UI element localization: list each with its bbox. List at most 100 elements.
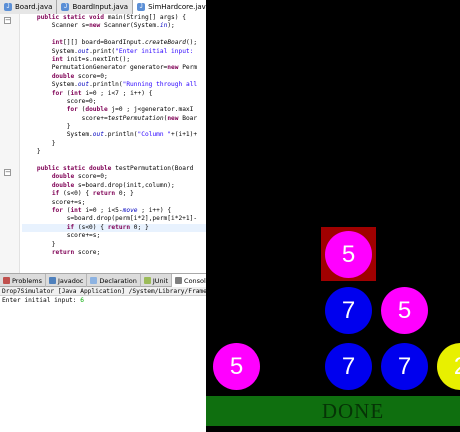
- tab-javadoc[interactable]: Javadoc: [46, 274, 88, 287]
- tab-problems[interactable]: Problems: [0, 274, 46, 287]
- board-cell[interactable]: [209, 115, 264, 169]
- tab-boardinput-java[interactable]: J BoardInput.java: [57, 0, 134, 14]
- board-cell[interactable]: [265, 339, 320, 393]
- board-cell[interactable]: [377, 227, 432, 281]
- tab-label: BoardInput.java: [72, 3, 129, 11]
- board-cell[interactable]: [265, 115, 320, 169]
- code-line: double s=board.drop(init,column);: [51, 181, 175, 189]
- code-line: double score=0;: [51, 173, 108, 181]
- drop7-game-board[interactable]: 5755772: [206, 0, 460, 432]
- number-disc: 5: [381, 287, 428, 334]
- board-cell[interactable]: [321, 171, 376, 225]
- board-cell[interactable]: [433, 115, 460, 169]
- code-line: Scanner s=new Scanner(System.in);: [22, 22, 175, 30]
- java-file-icon: J: [4, 3, 12, 11]
- board-cell[interactable]: [377, 115, 432, 169]
- done-button[interactable]: DONE: [206, 396, 460, 426]
- board-cell[interactable]: 5: [377, 283, 432, 337]
- code-line: if (s<0) { return 0; }: [51, 190, 134, 198]
- board-cell[interactable]: [321, 115, 376, 169]
- board-cell[interactable]: [209, 283, 264, 337]
- code-line: PermutationGenerator generator=new Perm: [22, 64, 198, 72]
- code-line: }: [22, 240, 56, 248]
- tab-label: Javadoc: [57, 276, 84, 285]
- board-cell[interactable]: 7: [321, 339, 376, 393]
- board-cell[interactable]: 7: [321, 283, 376, 337]
- console-input-value: 6: [80, 297, 84, 304]
- code-line: score+=testPermutation(new Boar: [22, 114, 198, 122]
- board-cell[interactable]: [433, 171, 460, 225]
- junit-icon: [143, 277, 151, 284]
- board-cell[interactable]: [265, 227, 320, 281]
- board-cell[interactable]: 2: [433, 339, 460, 393]
- board-cell[interactable]: [377, 59, 432, 113]
- code-line: public static double testPermutation(Boa…: [36, 165, 194, 173]
- console-view[interactable]: Drop7Simulator [Java Application] /Syste…: [0, 287, 206, 432]
- code-line: s=board.drop(perm[i*2],perm[i*2+1]-: [22, 215, 198, 223]
- editor-gutter: − −: [0, 14, 20, 273]
- number-disc: 5: [325, 231, 372, 278]
- fold-toggle-icon[interactable]: −: [4, 17, 11, 24]
- tab-label: SimHardcore.java: [148, 3, 206, 11]
- number-disc: 7: [381, 343, 428, 390]
- code-line: for (double j=0 ; j<generator.maxI: [66, 106, 194, 114]
- board-cell[interactable]: [209, 171, 264, 225]
- tab-label: JUnit: [152, 276, 169, 285]
- number-disc: 5: [213, 343, 260, 390]
- board-cell[interactable]: [265, 3, 320, 57]
- drop-target-cell[interactable]: 5: [321, 227, 376, 281]
- tab-junit[interactable]: JUnit: [141, 274, 173, 287]
- code-line: int[][] board=BoardInput.createBoard();: [51, 39, 198, 47]
- javadoc-icon: [48, 277, 56, 284]
- console-process-path: Drop7Simulator [Java Application] /Syste…: [0, 287, 206, 296]
- code-editor[interactable]: public static void main(String[] args) {…: [22, 14, 206, 273]
- java-file-icon: J: [137, 3, 146, 11]
- window-bottom-edge: [206, 426, 460, 432]
- tab-board-java[interactable]: J Board.java: [0, 0, 58, 14]
- code-line: System.out.print("Enter initial input:: [22, 47, 194, 55]
- tab-simhardcore-java[interactable]: J SimHardcore.java: [133, 0, 206, 14]
- board-cell[interactable]: [209, 227, 264, 281]
- declaration-icon: [90, 277, 98, 284]
- tab-label: Board.java: [15, 3, 53, 11]
- tab-declaration[interactable]: Declaration: [87, 274, 141, 287]
- problems-icon: [3, 277, 10, 284]
- tab-label: Problems: [12, 276, 42, 285]
- code-line: for (int i=0 ; i<5-move ; i++) {: [51, 206, 172, 214]
- done-label: DONE: [321, 398, 385, 423]
- console-output: Enter initial input: 6: [0, 296, 206, 305]
- code-line: return score;: [51, 248, 101, 256]
- code-line: }: [22, 148, 41, 156]
- editor-tab-bar: J Board.java J BoardInput.java J SimHard…: [0, 0, 206, 14]
- board-cell[interactable]: [265, 283, 320, 337]
- board-cell[interactable]: [265, 59, 320, 113]
- code-line: System.out.println("Column "+(i+1)+: [22, 131, 198, 139]
- board-cell[interactable]: 5: [209, 339, 264, 393]
- code-line: System.out.println("Running through all: [22, 81, 198, 89]
- code-line: if (s<0) { return 0; }: [22, 223, 206, 233]
- console-tab-bar: Problems Javadoc Declaration JUnit Conso…: [0, 273, 206, 287]
- board-cell[interactable]: [377, 3, 432, 57]
- tab-label: Console: [184, 276, 206, 285]
- java-file-icon: J: [61, 3, 70, 11]
- number-disc: 7: [325, 343, 372, 390]
- board-cell[interactable]: [209, 3, 264, 57]
- board-cell[interactable]: [433, 59, 460, 113]
- board-cell[interactable]: [433, 227, 460, 281]
- board-cell[interactable]: [321, 3, 376, 57]
- code-line: }: [22, 139, 56, 147]
- code-line: score+=s;: [22, 232, 101, 240]
- board-cell[interactable]: [209, 59, 264, 113]
- number-disc: 2: [437, 343, 460, 390]
- board-cell[interactable]: [321, 59, 376, 113]
- board-cell[interactable]: [377, 171, 432, 225]
- board-cell[interactable]: 7: [377, 339, 432, 393]
- board-cell[interactable]: [433, 283, 460, 337]
- tab-console[interactable]: Console: [172, 274, 206, 287]
- board-cell[interactable]: [265, 171, 320, 225]
- fold-toggle-icon[interactable]: −: [4, 169, 11, 176]
- board-cell[interactable]: [433, 3, 460, 57]
- number-disc: 7: [325, 287, 372, 334]
